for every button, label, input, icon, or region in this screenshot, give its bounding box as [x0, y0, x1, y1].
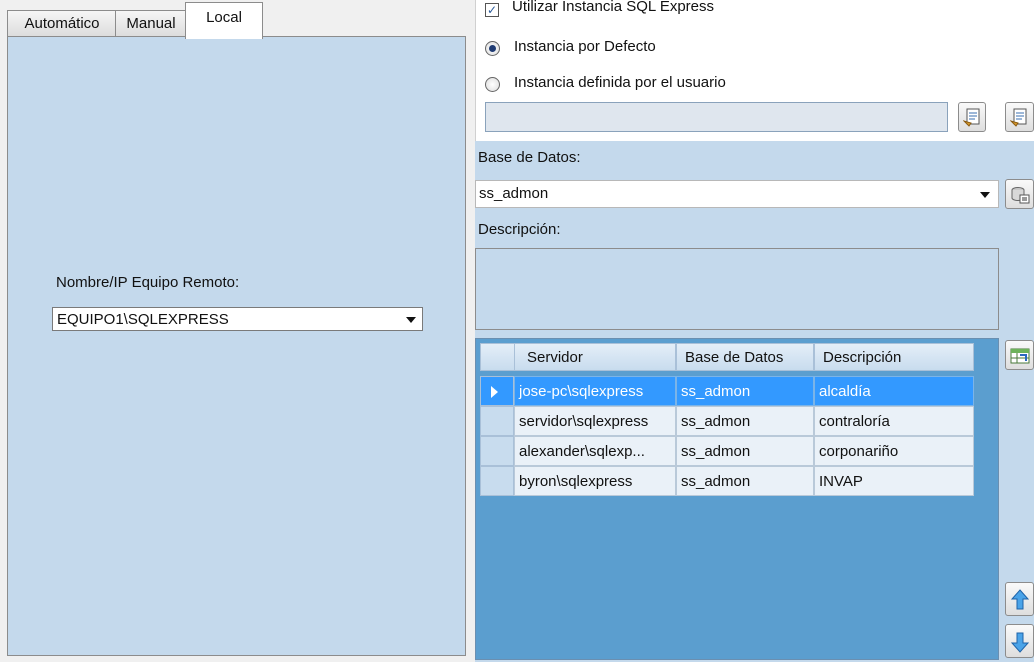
cell-descripcion[interactable]: corponariño — [814, 436, 974, 466]
grid-action-button[interactable] — [1005, 340, 1034, 370]
connect-database-button[interactable] — [1005, 179, 1034, 209]
database-value: ss_admon — [479, 185, 549, 202]
chevron-down-icon[interactable] — [406, 317, 416, 323]
use-sqlexpress-label: Utilizar Instancia SQL Express — [512, 0, 715, 15]
chevron-down-icon[interactable] — [980, 192, 990, 198]
default-instance-label: Instancia por Defecto — [514, 38, 656, 55]
cell-servidor[interactable]: byron\sqlexpress — [514, 466, 676, 496]
arrow-up-icon — [1010, 589, 1030, 610]
description-input[interactable] — [475, 248, 999, 330]
default-instance-radio[interactable] — [485, 41, 500, 56]
browse-instance-button[interactable] — [958, 102, 986, 132]
remote-host-value: EQUIPO1\SQLEXPRESS — [57, 311, 229, 328]
remote-host-label: Nombre/IP Equipo Remoto: — [56, 274, 240, 291]
cell-servidor[interactable]: servidor\sqlexpress — [514, 406, 676, 436]
current-row-icon — [491, 386, 498, 398]
column-header-servidor[interactable]: Servidor — [514, 343, 676, 371]
user-instance-label: Instancia definida por el usuario — [514, 74, 726, 91]
cell-base-datos[interactable]: ss_admon — [676, 436, 814, 466]
arrow-down-icon — [1010, 632, 1030, 653]
database-combo[interactable]: ss_admon — [475, 180, 999, 208]
description-label: Descripción: — [478, 221, 561, 238]
tab-strip: Automático Manual Local — [0, 0, 466, 39]
server-list-icon — [963, 108, 980, 127]
servers-grid[interactable]: Servidor Base de Datos Descripción jose-… — [475, 338, 999, 660]
grid-edit-icon — [1010, 348, 1030, 364]
cell-base-datos[interactable]: ss_admon — [676, 466, 814, 496]
cell-descripcion[interactable]: alcaldía — [814, 376, 974, 406]
tab-automatico[interactable]: Automático — [7, 10, 117, 37]
row-header[interactable] — [480, 436, 514, 466]
server-list-icon — [1010, 108, 1027, 127]
cell-servidor[interactable]: jose-pc\sqlexpress — [514, 376, 676, 406]
tab-manual[interactable]: Manual — [115, 10, 187, 37]
row-header[interactable] — [480, 406, 514, 436]
cell-base-datos[interactable]: ss_admon — [676, 376, 814, 406]
cell-descripcion[interactable]: contraloría — [814, 406, 974, 436]
database-label: Base de Datos: — [478, 149, 581, 166]
row-header[interactable] — [480, 466, 514, 496]
move-down-button[interactable] — [1005, 624, 1034, 658]
database-connect-icon — [1011, 187, 1030, 204]
use-sqlexpress-checkbox[interactable]: ✓ — [485, 3, 499, 17]
move-up-button[interactable] — [1005, 582, 1034, 616]
tab-local[interactable]: Local — [185, 2, 263, 39]
cell-servidor[interactable]: alexander\sqlexp... — [514, 436, 676, 466]
custom-instance-input[interactable] — [485, 102, 948, 132]
remote-host-combo[interactable]: EQUIPO1\SQLEXPRESS — [52, 307, 423, 331]
row-header[interactable] — [480, 376, 514, 406]
column-header-base-datos[interactable]: Base de Datos — [676, 343, 814, 371]
user-instance-radio[interactable] — [485, 77, 500, 92]
grid-corner-cell — [480, 343, 515, 371]
tab-page-local — [7, 36, 466, 656]
cell-base-datos[interactable]: ss_admon — [676, 406, 814, 436]
column-header-descripcion[interactable]: Descripción — [814, 343, 974, 371]
browse-instance-alt-button[interactable] — [1005, 102, 1034, 132]
cell-descripcion[interactable]: INVAP — [814, 466, 974, 496]
